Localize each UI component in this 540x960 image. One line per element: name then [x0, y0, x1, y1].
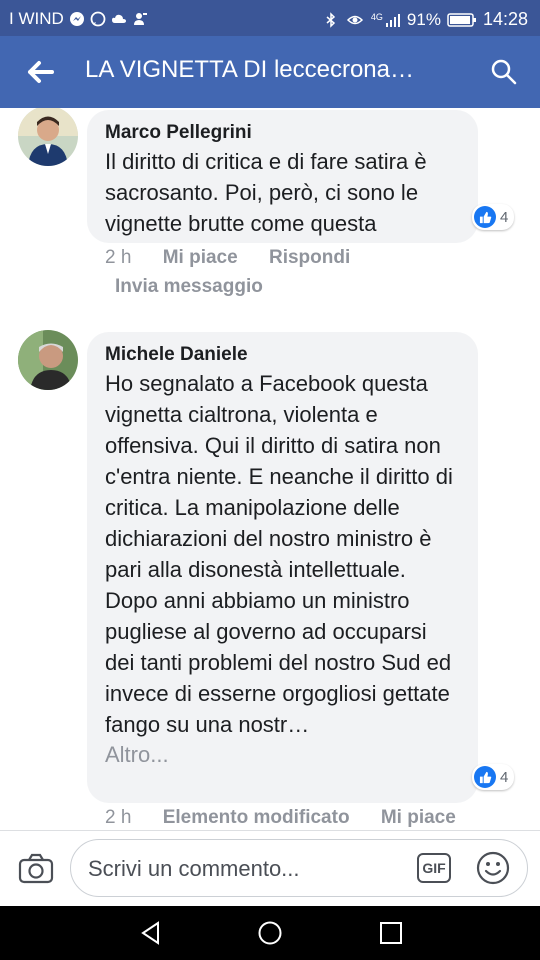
battery-percent: 91% — [406, 9, 441, 29]
thumbs-up-icon — [474, 206, 496, 228]
app-bar: LA VIGNETTA DI leccecrona… — [0, 36, 540, 108]
status-bar: I WIND 4G 91% 14:28 — [0, 0, 540, 36]
comment-author[interactable]: Michele Daniele — [105, 342, 460, 368]
network-type: 4G — [370, 11, 383, 22]
bluetooth-icon — [326, 11, 336, 28]
battery-icon — [447, 12, 476, 27]
messenger-icon — [69, 12, 84, 26]
signal-icon — [385, 13, 400, 27]
avatar[interactable] — [18, 108, 78, 166]
arrow-left-icon[interactable] — [24, 56, 56, 88]
whatsapp-icon — [90, 11, 106, 27]
nav-home-icon[interactable] — [257, 920, 283, 946]
like-button[interactable]: Mi piace — [381, 807, 456, 828]
carrier-label: I WIND — [9, 9, 64, 28]
reaction-count[interactable]: 4 — [472, 204, 515, 230]
comment-bubble[interactable]: Marco Pellegrini Il diritto di critica e… — [87, 110, 478, 243]
comment-author[interactable]: Marco Pellegrini — [105, 120, 460, 146]
nav-recents-icon[interactable] — [378, 920, 404, 946]
reaction-number: 4 — [500, 208, 509, 226]
reaction-number: 4 — [500, 768, 509, 786]
send-message-button[interactable]: Invia messaggio — [115, 276, 263, 297]
reaction-count[interactable]: 4 — [472, 764, 515, 790]
edited-label[interactable]: Elemento modificato — [163, 807, 350, 828]
like-button[interactable]: Mi piace — [163, 247, 238, 268]
page-title: LA VIGNETTA DI leccecrona… — [85, 56, 415, 83]
comment-composer: Scrivi un commento... GIF — [0, 830, 540, 907]
comment-text: Ho segnalato a Facebook questa vignetta … — [105, 371, 453, 737]
clock: 14:28 — [482, 9, 528, 29]
cloud-icon — [111, 14, 126, 23]
comment-time[interactable]: 2 h — [105, 807, 131, 828]
comments-feed[interactable]: Marco Pellegrini Il diritto di critica e… — [0, 108, 540, 830]
gif-button[interactable]: GIF — [417, 853, 451, 883]
comment-text: Il diritto di critica e di fare satira è… — [105, 149, 427, 236]
comment-actions: 2 h Elemento modificato Mi piace — [105, 807, 482, 829]
comment-input[interactable]: Scrivi un commento... GIF — [70, 839, 528, 897]
emoji-icon[interactable] — [475, 850, 511, 886]
nav-back-icon[interactable] — [138, 920, 164, 946]
comment-input-placeholder: Scrivi un commento... — [88, 856, 300, 881]
comment-actions: 2 h Mi piace Rispondi — [105, 247, 376, 269]
comment-time[interactable]: 2 h — [105, 247, 131, 268]
eye-icon — [346, 15, 363, 24]
person-notification-icon — [133, 13, 147, 25]
see-more-link[interactable]: Altro... — [105, 740, 460, 770]
reply-button[interactable]: Rispondi — [269, 247, 350, 268]
comment-bubble[interactable]: Michele Daniele Ho segnalato a Facebook … — [87, 332, 478, 803]
avatar[interactable] — [18, 330, 78, 390]
camera-icon[interactable] — [18, 853, 54, 885]
comment-actions-row2: Invia messaggio — [115, 276, 289, 298]
search-icon[interactable] — [490, 58, 518, 86]
thumbs-up-icon — [474, 766, 496, 788]
system-nav-bar — [0, 906, 540, 960]
